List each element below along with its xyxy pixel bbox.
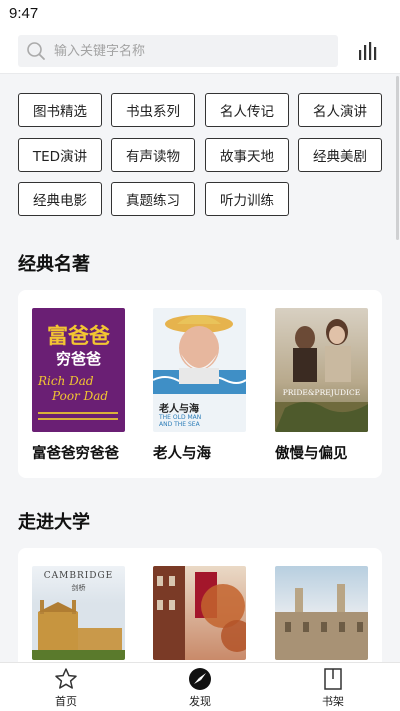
tag-bookworm-series[interactable]: 书虫系列 — [111, 93, 195, 127]
status-bar: 9:47 — [0, 0, 400, 28]
book-cover-harvard[interactable] — [153, 566, 246, 660]
book-item[interactable]: CAMBRIDGE 剑桥 — [32, 566, 126, 660]
section-title-university: 走进大学 — [18, 512, 90, 533]
cover-text: 老人与海 — [159, 404, 199, 415]
book-item[interactable]: 富爸爸 穷爸爸 Rich Dad Poor Dad 富爸爸穷爸爸 — [32, 308, 126, 463]
tag-classic-movies[interactable]: 经典电影 — [18, 182, 102, 216]
tag-book-selection[interactable]: 图书精选 — [18, 93, 102, 127]
bottom-tab-bar: 首页 发现 书架 — [0, 662, 400, 711]
search-input[interactable] — [54, 43, 304, 59]
book-cover-old-man-sea[interactable]: 老人与海 THE OLD MAN AND THE SEA — [153, 308, 246, 432]
cover-text: AND THE SEA — [159, 421, 200, 428]
bar-chart-icon[interactable] — [358, 41, 380, 61]
book-item[interactable] — [275, 566, 369, 660]
tag-famous-speeches[interactable]: 名人演讲 — [298, 93, 382, 127]
search-icon — [27, 42, 45, 60]
tab-label: 发现 — [189, 695, 211, 708]
book-title: 老人与海 — [153, 446, 211, 462]
tab-home[interactable]: 首页 — [26, 667, 106, 709]
tag-listening-training[interactable]: 听力训练 — [205, 182, 289, 216]
book-cover-pride-prejudice[interactable]: PRIDE&PREJUDICE — [275, 308, 368, 432]
tag-stories[interactable]: 故事天地 — [205, 138, 289, 172]
tab-discover[interactable]: 发现 — [160, 667, 240, 709]
book-title: 富爸爸穷爸爸 — [32, 446, 119, 462]
book-item[interactable] — [153, 566, 247, 660]
university-card: CAMBRIDGE 剑桥 — [18, 548, 382, 678]
cover-text: Poor Dad — [52, 389, 109, 403]
bookshelf-icon — [324, 668, 342, 690]
book-item[interactable]: 老人与海 THE OLD MAN AND THE SEA 老人与海 — [153, 308, 247, 463]
tag-ted-talks[interactable]: TED演讲 — [18, 138, 102, 172]
search-header — [0, 28, 400, 74]
tag-exam-practice[interactable]: 真题练习 — [111, 182, 195, 216]
section-title-classics: 经典名著 — [18, 254, 90, 275]
tag-classic-tv[interactable]: 经典美剧 — [298, 138, 382, 172]
tab-label: 书架 — [322, 695, 344, 708]
tab-label: 首页 — [55, 695, 77, 708]
book-cover-cambridge[interactable]: CAMBRIDGE 剑桥 — [32, 566, 125, 660]
scrollbar[interactable] — [396, 76, 399, 240]
cover-text: 穷爸爸 — [55, 350, 101, 368]
compass-icon — [189, 668, 211, 690]
search-box[interactable] — [18, 35, 338, 67]
cover-text: 富爸爸 — [47, 323, 110, 348]
cover-illustration — [275, 319, 368, 432]
cover-text: THE OLD MAN — [159, 414, 202, 421]
cover-illustration — [153, 566, 246, 660]
book-cover-rich-dad[interactable]: 富爸爸 穷爸爸 Rich Dad Poor Dad — [32, 308, 125, 432]
status-time: 9:47 — [9, 5, 39, 22]
tab-bookshelf[interactable]: 书架 — [293, 667, 373, 709]
classics-card: 富爸爸 穷爸爸 Rich Dad Poor Dad 富爸爸穷爸爸 老人与海 TH… — [18, 290, 382, 478]
cover-text: Rich Dad — [38, 374, 94, 388]
tag-audiobooks[interactable]: 有声读物 — [111, 138, 195, 172]
star-icon — [55, 668, 77, 689]
cover-text: PRIDE&PREJUDICE — [282, 388, 361, 397]
book-title: 傲慢与偏见 — [275, 446, 348, 462]
book-item[interactable]: PRIDE&PREJUDICE 傲慢与偏见 — [275, 308, 369, 463]
tag-biographies[interactable]: 名人传记 — [205, 93, 289, 127]
cover-illustration — [275, 584, 368, 660]
book-cover-oxford[interactable] — [275, 566, 368, 660]
cover-illustration — [32, 600, 125, 660]
